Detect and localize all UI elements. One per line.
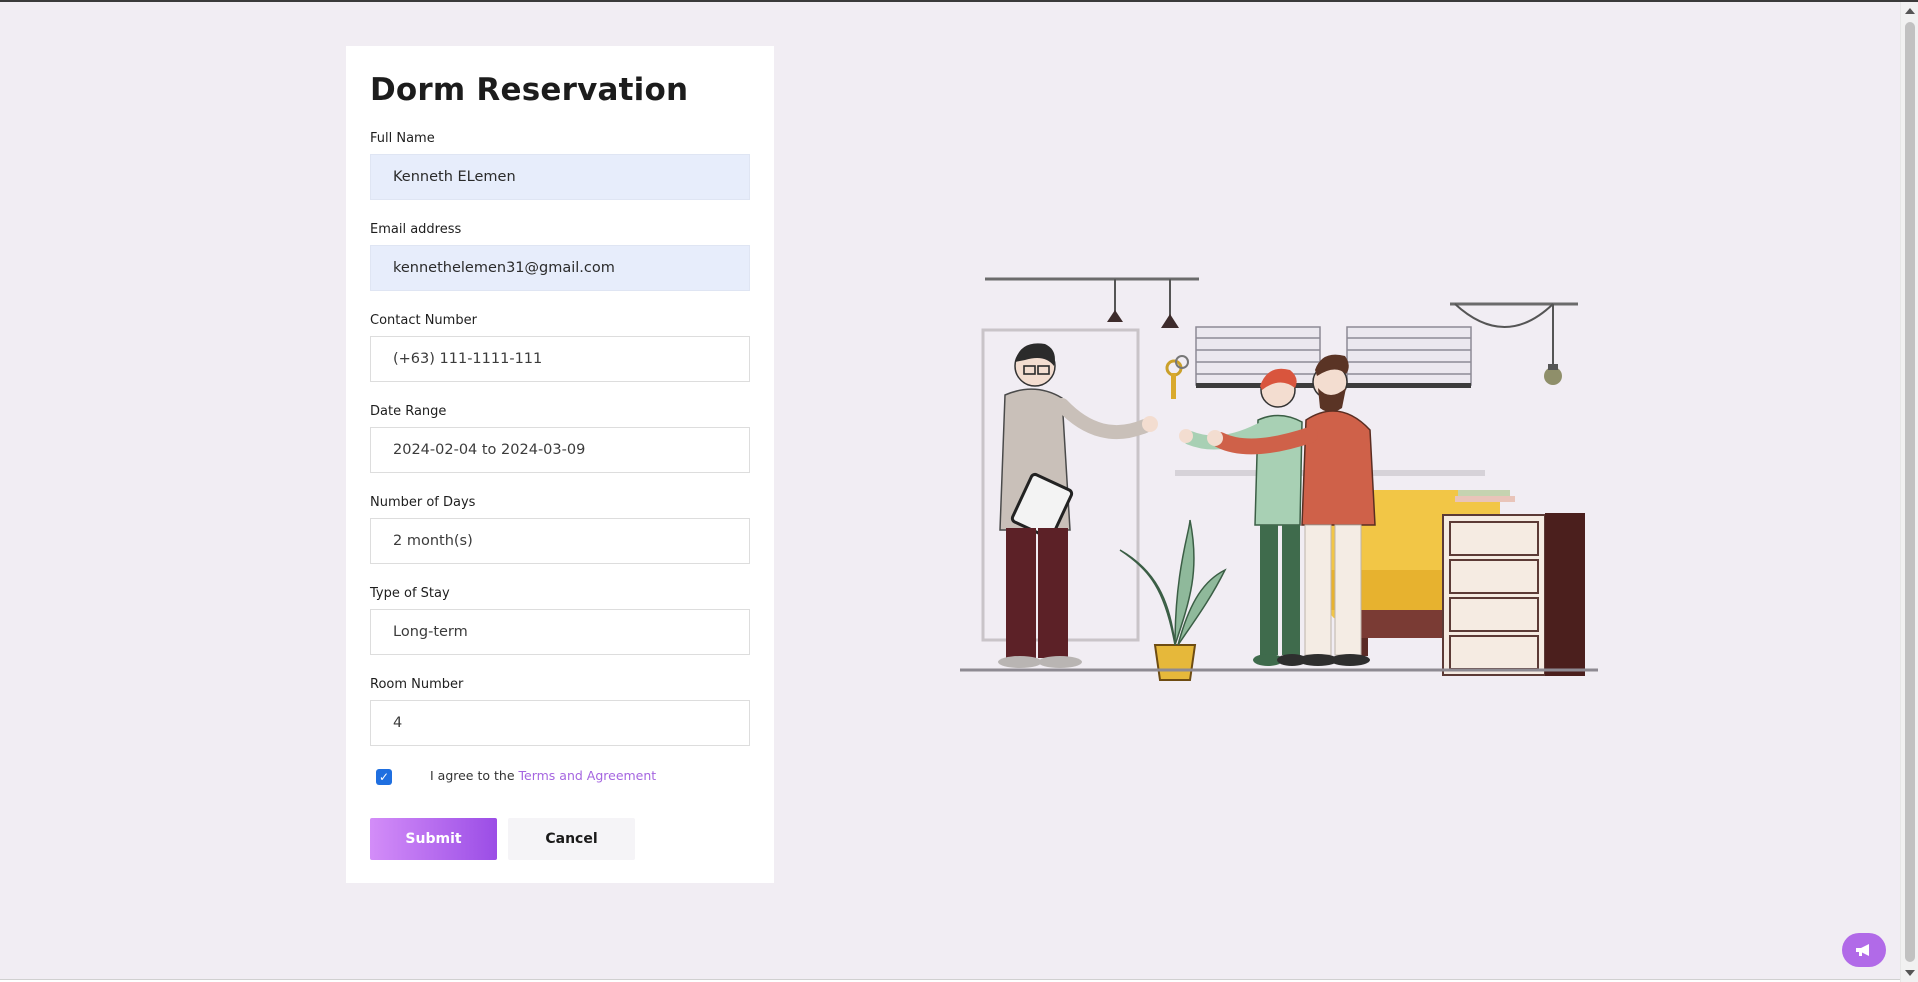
contact-number-field: Contact Number xyxy=(370,313,750,382)
form-actions: Submit Cancel xyxy=(370,818,750,860)
date-range-label: Date Range xyxy=(370,404,447,419)
page-title: Dorm Reservation xyxy=(370,72,689,108)
contact-number-input[interactable] xyxy=(370,336,750,382)
number-of-days-input[interactable] xyxy=(370,518,750,564)
type-of-stay-label: Type of Stay xyxy=(370,586,450,601)
date-range-input[interactable] xyxy=(370,427,750,473)
date-range-field: Date Range xyxy=(370,404,750,473)
contact-number-label: Contact Number xyxy=(370,313,477,328)
submit-button[interactable]: Submit xyxy=(370,818,497,860)
room-number-label: Room Number xyxy=(370,677,464,692)
terms-checkbox[interactable]: ✓ xyxy=(376,769,392,785)
terms-prefix: I agree to the xyxy=(430,768,515,783)
email-input[interactable] xyxy=(370,245,750,291)
window-top-border xyxy=(0,0,1918,2)
scroll-up-arrow-icon[interactable] xyxy=(1905,8,1915,14)
terms-link[interactable]: Terms and Agreement xyxy=(519,768,657,783)
scroll-down-arrow-icon[interactable] xyxy=(1905,970,1915,976)
cancel-button[interactable]: Cancel xyxy=(508,818,635,860)
email-label: Email address xyxy=(370,222,462,237)
type-of-stay-field: Type of Stay xyxy=(370,586,750,655)
vertical-scrollbar[interactable] xyxy=(1900,2,1918,982)
megaphone-icon xyxy=(1856,944,1869,956)
email-field: Email address xyxy=(370,222,750,291)
full-name-input[interactable] xyxy=(370,154,750,200)
full-name-field: Full Name xyxy=(370,131,750,200)
type-of-stay-input[interactable] xyxy=(370,609,750,655)
announcement-floating-button[interactable] xyxy=(1842,933,1886,967)
number-of-days-field: Number of Days xyxy=(370,495,750,564)
number-of-days-label: Number of Days xyxy=(370,495,476,510)
terms-agreement-text: I agree to the Terms and Agreement xyxy=(430,768,656,783)
reservation-form-card: Dorm Reservation Full Name Email address… xyxy=(346,46,774,883)
room-number-input[interactable] xyxy=(370,700,750,746)
full-name-label: Full Name xyxy=(370,131,435,146)
terms-agreement-row: ✓ I agree to the Terms and Agreement xyxy=(370,766,750,788)
checkmark-icon: ✓ xyxy=(378,770,390,784)
scrollbar-thumb[interactable] xyxy=(1905,22,1915,962)
room-number-field: Room Number xyxy=(370,677,750,746)
people-handshake-illustration xyxy=(960,277,1598,681)
